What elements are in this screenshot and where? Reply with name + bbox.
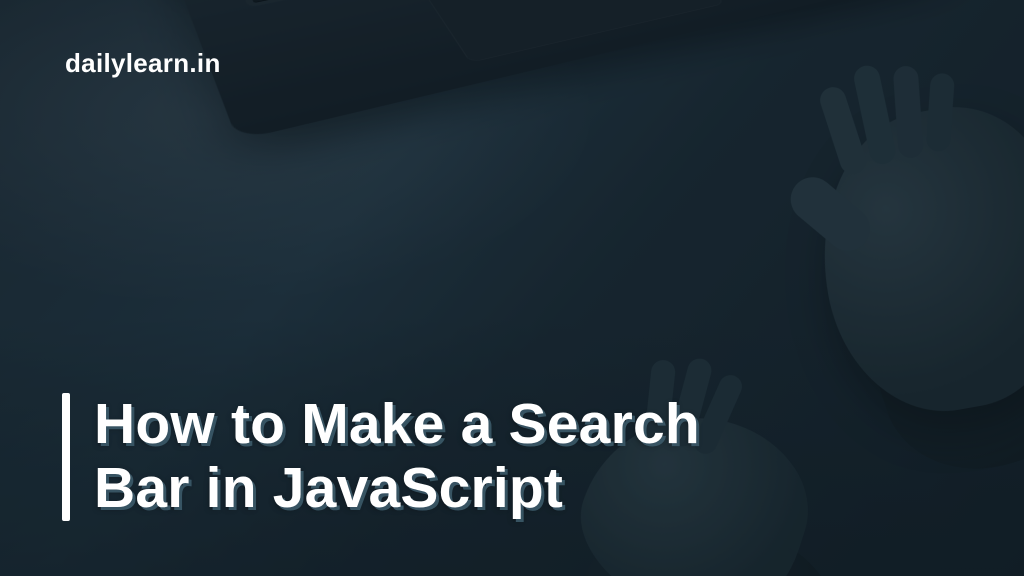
headline-line: Bar in JavaScript <box>94 456 563 520</box>
hero-banner: WebStorm File Edit View Navigate compone… <box>0 0 1024 576</box>
site-brand: dailylearn.in <box>65 48 221 79</box>
headline-accent-bar <box>62 393 70 521</box>
headline-line: How to Make a Search <box>94 392 700 456</box>
headline-block: How to Make a Search Bar in JavaScript <box>62 393 700 521</box>
headline-title: How to Make a Search Bar in JavaScript <box>94 393 700 521</box>
